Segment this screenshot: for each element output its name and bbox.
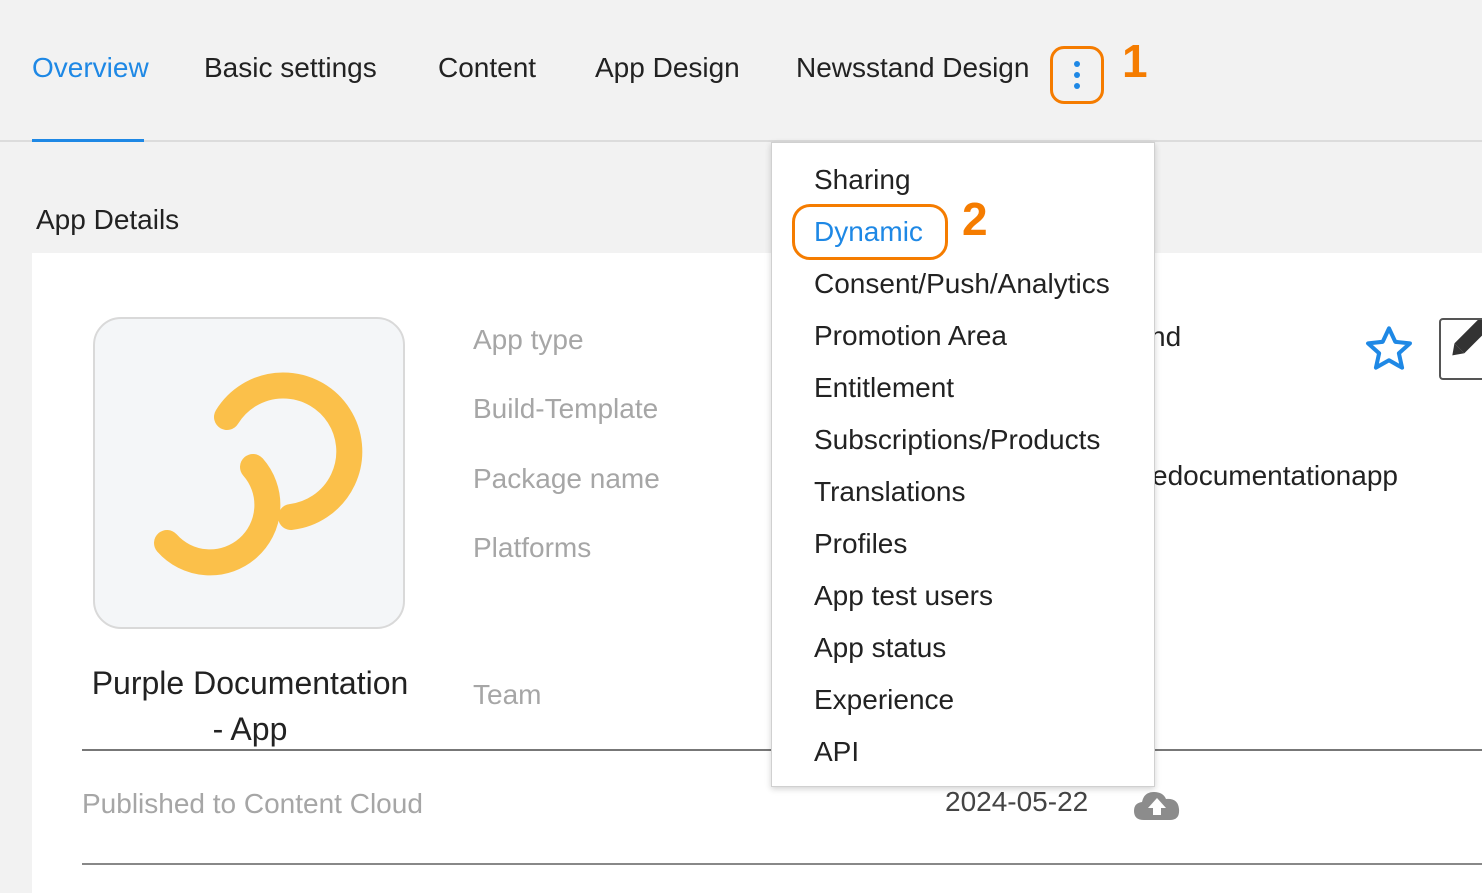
published-label: Published to Content Cloud xyxy=(82,788,423,819)
star-icon[interactable] xyxy=(1362,322,1416,376)
annotation-step-2: 2 xyxy=(962,193,988,245)
pencil-icon xyxy=(1452,320,1482,356)
app-logo-icon xyxy=(154,372,363,576)
app-name: Purple Documentation - App xyxy=(91,665,409,747)
section-title: App Details xyxy=(36,204,180,235)
menu-item-profiles[interactable]: Profiles xyxy=(814,528,907,560)
published-date: 2024-05-22 xyxy=(945,786,1089,817)
build-template-label: Build-Template xyxy=(473,393,659,424)
tab-overview[interactable]: Overview xyxy=(32,52,149,84)
team-label: Team xyxy=(473,679,542,710)
menu-item-consent-push-analytics[interactable]: Consent/Push/Analytics xyxy=(814,268,1110,300)
tab-basic-settings[interactable]: Basic settings xyxy=(204,52,377,84)
active-tab-indicator xyxy=(32,139,144,142)
menu-item-dynamic[interactable]: Dynamic xyxy=(814,216,923,248)
menu-item-experience[interactable]: Experience xyxy=(814,684,954,716)
cloud-upload-icon[interactable] xyxy=(1132,784,1182,824)
menu-item-sharing[interactable]: Sharing xyxy=(814,164,911,196)
package-name-label: Package name xyxy=(473,463,660,494)
menu-item-promotion-area[interactable]: Promotion Area xyxy=(814,320,1007,352)
app-type-label: App type xyxy=(473,324,584,355)
tab-content[interactable]: Content xyxy=(438,52,536,84)
platforms-label: Platforms xyxy=(473,532,592,563)
menu-item-api[interactable]: API xyxy=(814,736,859,768)
edit-button[interactable] xyxy=(1439,318,1482,380)
tab-bar: Overview Basic settings Content App Desi… xyxy=(0,0,1482,142)
tab-newsstand-design[interactable]: Newsstand Design xyxy=(796,52,1029,84)
app-icon-tile xyxy=(93,317,405,629)
menu-item-subscriptions-products[interactable]: Subscriptions/Products xyxy=(814,424,1100,456)
package-name-value: edocumentationapp xyxy=(1152,460,1398,491)
menu-item-app-status[interactable]: App status xyxy=(814,632,946,664)
menu-item-entitlement[interactable]: Entitlement xyxy=(814,372,954,404)
annotation-step-1: 1 xyxy=(1122,35,1148,87)
more-tabs-button[interactable] xyxy=(1050,46,1104,104)
tab-app-design[interactable]: App Design xyxy=(595,52,740,84)
menu-item-translations[interactable]: Translations xyxy=(814,476,965,508)
divider-lower xyxy=(82,863,1482,865)
kebab-menu-icon xyxy=(1074,61,1080,89)
menu-item-app-test-users[interactable]: App test users xyxy=(814,580,993,612)
